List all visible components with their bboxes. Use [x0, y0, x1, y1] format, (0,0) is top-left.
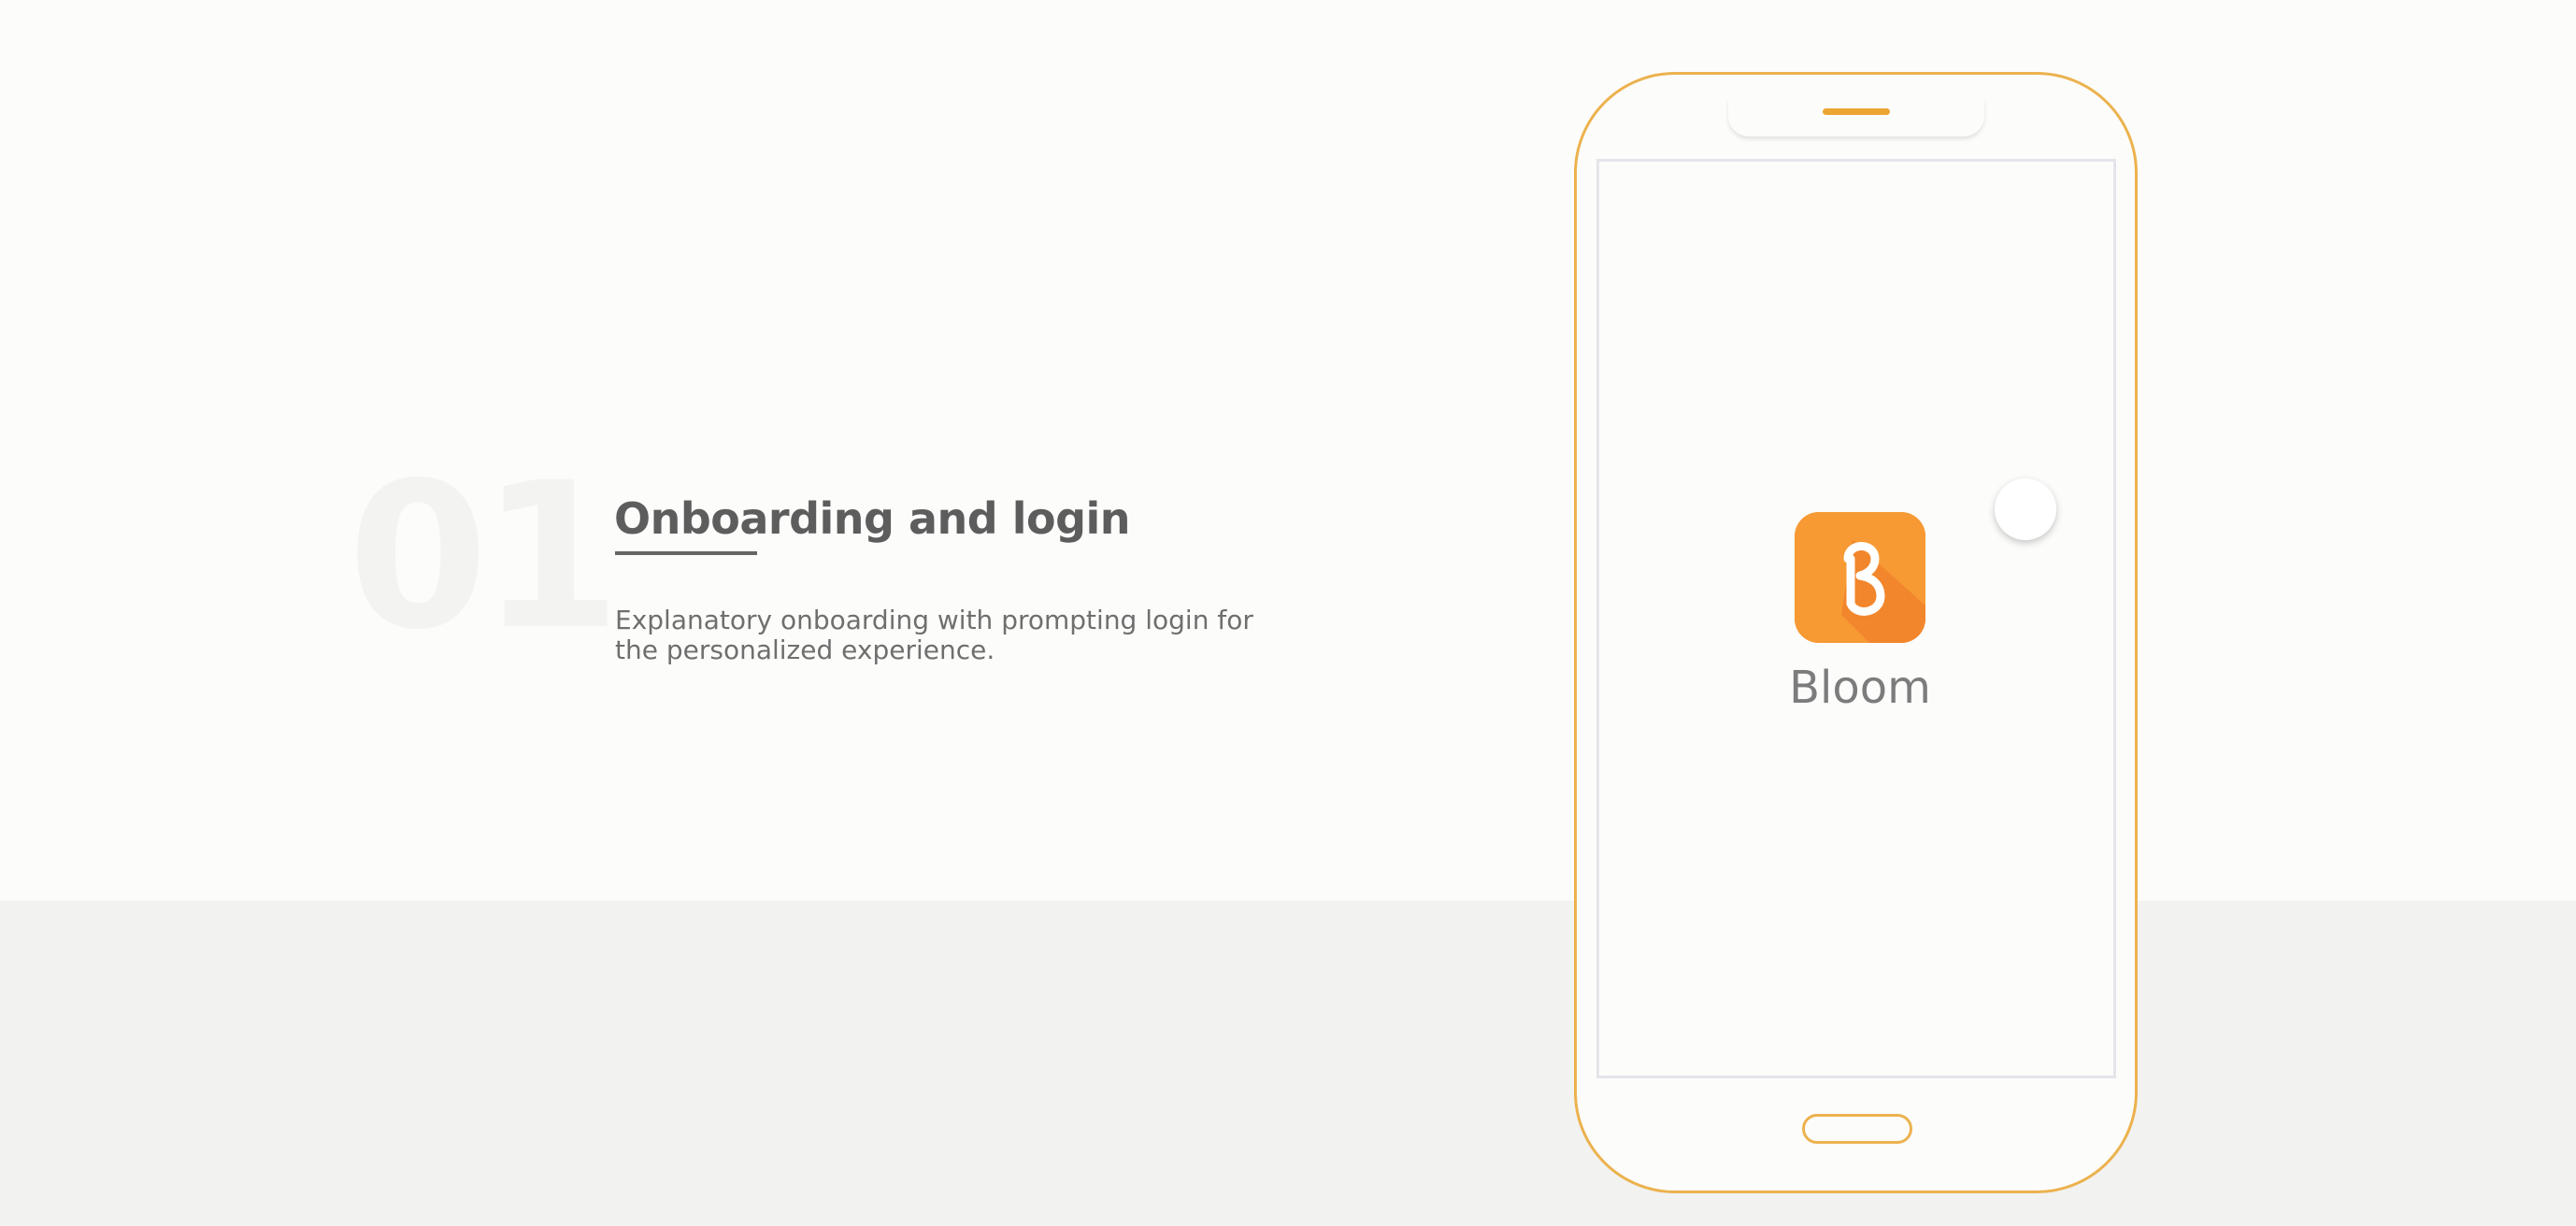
bottom-background-band: [0, 901, 2576, 1226]
phone-notch: [1728, 99, 1984, 136]
bloom-logo-icon: [1795, 512, 1925, 643]
phone-speaker: [1823, 108, 1890, 115]
title-underline: [615, 551, 757, 555]
section-number: 01: [348, 439, 622, 674]
section-description: Explanatory onboarding with prompting lo…: [615, 605, 1253, 665]
touch-indicator: [1995, 478, 2056, 540]
home-button[interactable]: [1802, 1114, 1912, 1144]
app-name: Bloom: [1789, 662, 1931, 714]
section-title: Onboarding and login: [614, 493, 1131, 544]
